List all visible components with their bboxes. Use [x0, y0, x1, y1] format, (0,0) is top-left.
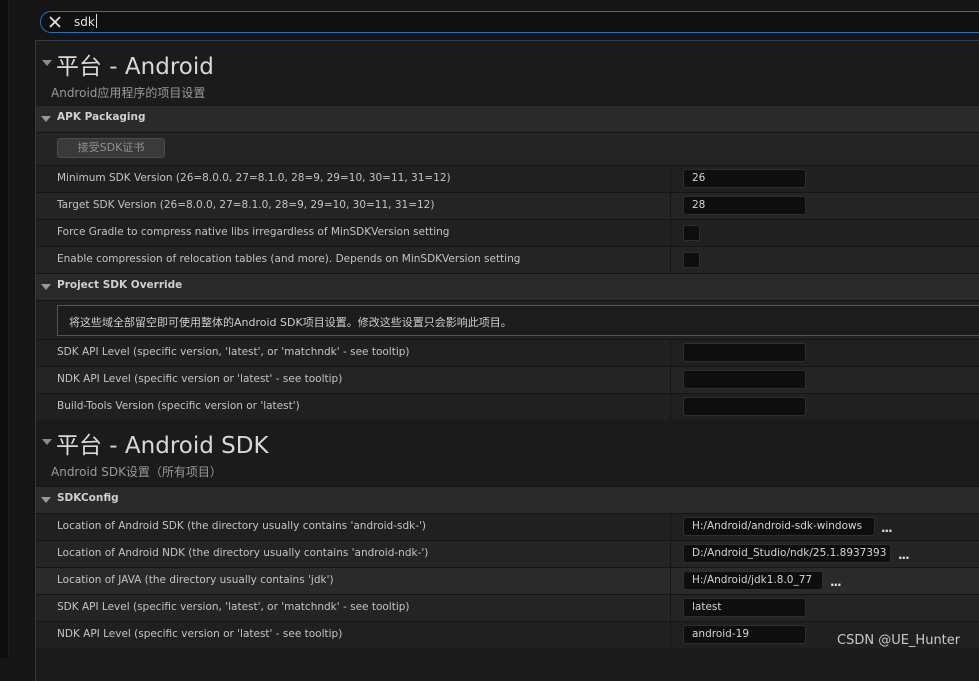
property-label: NDK API Level (specific version or 'late…	[57, 373, 343, 385]
property-label: Target SDK Version (26=8.0.0, 27=8.1.0, …	[57, 199, 435, 211]
java-path-field[interactable]: H:/Android/jdk1.8.0_77	[683, 571, 823, 590]
relocation-compression-checkbox[interactable]	[683, 252, 700, 268]
browse-button[interactable]: ...	[830, 575, 842, 589]
column-divider[interactable]	[670, 220, 671, 246]
property-row-android-sdk-location: Location of Android SDK (the directory u…	[36, 513, 979, 540]
property-row-target-sdk: Target SDK Version (26=8.0.0, 27=8.1.0, …	[36, 192, 979, 219]
sdk-api-level-override-field[interactable]	[683, 343, 806, 362]
property-row-sdk-api-level-override: SDK API Level (specific version, 'latest…	[36, 339, 979, 366]
android-ndk-path-field[interactable]: D:/Android_Studio/ndk/25.1.8937393	[683, 544, 891, 563]
search-bar[interactable]: sdk	[40, 11, 979, 33]
collapse-triangle-icon[interactable]	[42, 439, 52, 445]
notice-row: 将这些域全部留空即可使用整体的Android SDK项目设置。修改这些设置只会影…	[36, 300, 979, 339]
property-row-relocation-compression: Enable compression of relocation tables …	[36, 246, 979, 273]
column-divider[interactable]	[670, 394, 671, 420]
property-row-ndk-api-level-override: NDK API Level (specific version or 'late…	[36, 366, 979, 393]
notice-text: 将这些域全部留空即可使用整体的Android SDK项目设置。修改这些设置只会影…	[69, 316, 512, 329]
column-divider[interactable]	[670, 367, 671, 393]
property-row-min-sdk: Minimum SDK Version (26=8.0.0, 27=8.1.0,…	[36, 165, 979, 192]
left-edge-strip	[0, 0, 8, 658]
property-row-java-location: Location of JAVA (the directory usually …	[36, 567, 979, 594]
property-label: SDK API Level (specific version, 'latest…	[57, 601, 410, 613]
section-title: 平台 - Android	[56, 54, 214, 80]
notice-box: 将这些域全部留空即可使用整体的Android SDK项目设置。修改这些设置只会影…	[57, 305, 979, 336]
property-label: Location of Android NDK (the directory u…	[57, 547, 429, 559]
ndk-api-level-override-field[interactable]	[683, 370, 806, 389]
property-label: Enable compression of relocation tables …	[57, 253, 521, 265]
property-label: Build-Tools Version (specific version or…	[57, 400, 300, 412]
section-subtitle: Android应用程序的项目设置	[51, 86, 206, 100]
property-row-sdk-api-level: SDK API Level (specific version, 'latest…	[36, 594, 979, 621]
column-divider[interactable]	[670, 595, 671, 621]
property-label: SDK API Level (specific version, 'latest…	[57, 346, 410, 358]
category-title: Project SDK Override	[57, 279, 183, 291]
column-divider[interactable]	[670, 166, 671, 192]
column-divider[interactable]	[670, 514, 671, 540]
property-row-android-ndk-location: Location of Android NDK (the directory u…	[36, 540, 979, 567]
ndk-api-level-field[interactable]: android-19	[683, 625, 806, 644]
property-label: Location of JAVA (the directory usually …	[57, 574, 334, 586]
watermark: CSDN @UE_Hunter	[837, 633, 961, 648]
category-header-sdkconfig[interactable]: SDKConfig	[36, 486, 979, 513]
collapse-triangle-icon[interactable]	[42, 60, 52, 66]
property-label: NDK API Level (specific version or 'late…	[57, 628, 343, 640]
min-sdk-version-field[interactable]: 26	[683, 169, 806, 188]
column-divider[interactable]	[670, 568, 671, 594]
column-divider[interactable]	[670, 622, 671, 648]
property-label: Location of Android SDK (the directory u…	[57, 520, 426, 532]
section-header-android-sdk[interactable]: 平台 - Android SDK Android SDK设置（所有项目）	[36, 420, 979, 486]
button-row: 接受SDK证书	[36, 132, 979, 165]
details-panel: 平台 - Android Android应用程序的项目设置 APK Packag…	[35, 40, 979, 681]
section-title: 平台 - Android SDK	[56, 433, 269, 459]
accept-sdk-license-button[interactable]: 接受SDK证书	[57, 138, 165, 158]
browse-button[interactable]: ...	[881, 521, 893, 535]
category-header-apk-packaging[interactable]: APK Packaging	[36, 105, 979, 132]
property-label: Minimum SDK Version (26=8.0.0, 27=8.1.0,…	[57, 172, 451, 184]
section-subtitle: Android SDK设置（所有项目）	[51, 465, 222, 479]
target-sdk-version-field[interactable]: 28	[683, 196, 806, 215]
section-header-android[interactable]: 平台 - Android Android应用程序的项目设置	[36, 41, 979, 105]
column-divider[interactable]	[670, 247, 671, 273]
category-title: APK Packaging	[57, 111, 146, 123]
column-divider[interactable]	[670, 340, 671, 366]
sdk-api-level-field[interactable]: latest	[683, 598, 806, 617]
collapse-triangle-icon[interactable]	[41, 116, 51, 122]
left-edge-divider	[8, 0, 9, 658]
column-divider[interactable]	[670, 193, 671, 219]
property-row-build-tools-version: Build-Tools Version (specific version or…	[36, 393, 979, 420]
property-row-force-gradle: Force Gradle to compress native libs irr…	[36, 219, 979, 246]
search-input[interactable]: sdk	[74, 13, 97, 31]
collapse-triangle-icon[interactable]	[41, 497, 51, 503]
category-header-project-sdk-override[interactable]: Project SDK Override	[36, 273, 979, 300]
close-icon[interactable]	[47, 14, 63, 30]
column-divider[interactable]	[670, 541, 671, 567]
browse-button[interactable]: ...	[898, 548, 910, 562]
force-gradle-compress-checkbox[interactable]	[683, 225, 700, 241]
build-tools-version-field[interactable]	[683, 397, 806, 416]
property-label: Force Gradle to compress native libs irr…	[57, 226, 450, 238]
search-query-text: sdk	[74, 15, 95, 29]
text-caret	[95, 14, 97, 28]
category-title: SDKConfig	[57, 492, 119, 504]
collapse-triangle-icon[interactable]	[41, 284, 51, 290]
android-sdk-path-field[interactable]: H:/Android/android-sdk-windows	[683, 517, 875, 536]
